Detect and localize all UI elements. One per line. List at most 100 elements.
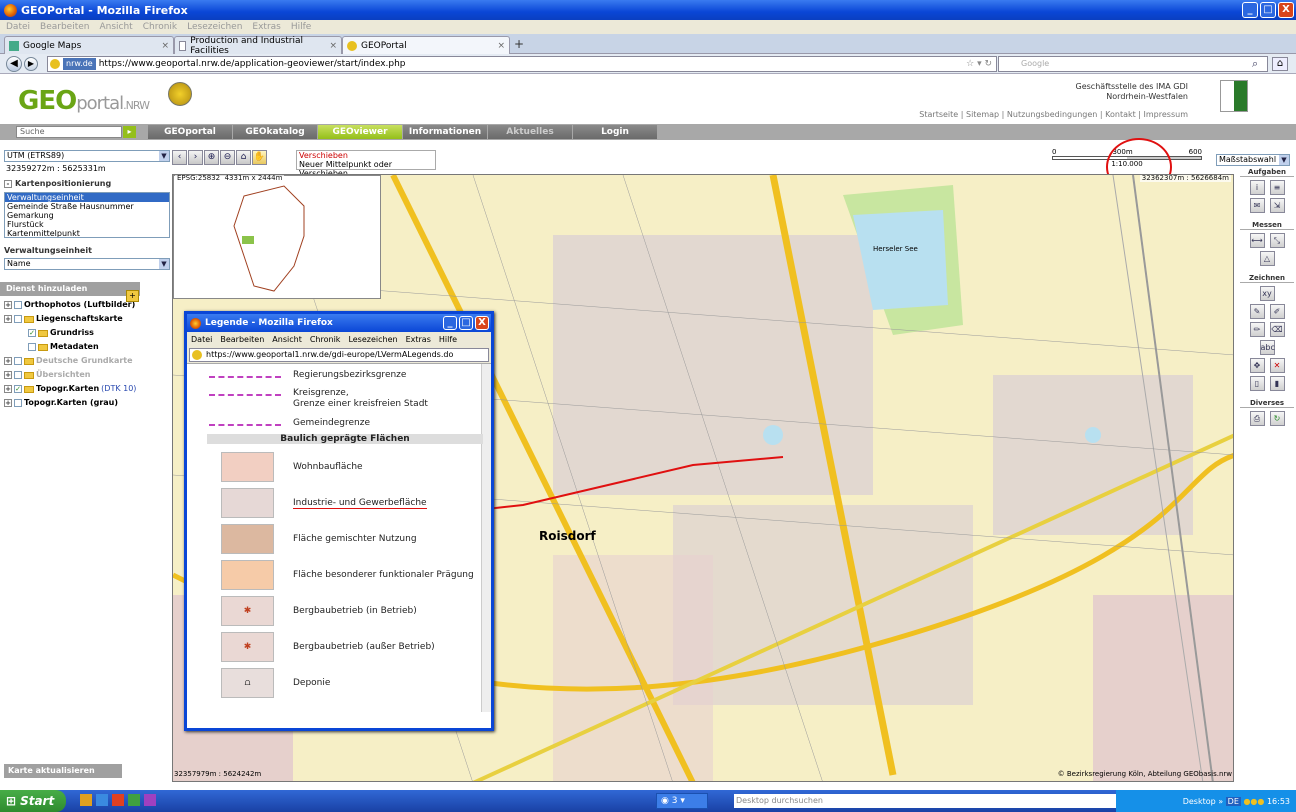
- site-search-input[interactable]: Suche: [16, 126, 122, 138]
- layer-checkbox[interactable]: ✓: [28, 329, 36, 337]
- nav-login[interactable]: Login: [573, 125, 657, 139]
- popup-menu-item[interactable]: Hilfe: [439, 335, 457, 344]
- layer-checkbox[interactable]: [14, 399, 22, 407]
- draw-shape-icon[interactable]: ✏: [1249, 322, 1265, 337]
- info-icon[interactable]: i: [1249, 180, 1265, 195]
- list-icon[interactable]: ≡: [1269, 180, 1285, 195]
- layer-tree-item[interactable]: + ✓ Topogr.Karten (DTK 10): [4, 382, 170, 396]
- mail-icon[interactable]: ✉: [1249, 198, 1265, 213]
- nav-geoportal[interactable]: GEOportal: [148, 125, 232, 139]
- draw-pen-icon[interactable]: ✐: [1269, 304, 1285, 319]
- quicklaunch-icon[interactable]: [80, 794, 92, 806]
- layer-tree-item[interactable]: + Orthophotos (Luftbilder): [4, 298, 170, 312]
- erase-icon[interactable]: ⌫: [1269, 322, 1285, 337]
- geoportal-logo[interactable]: GEOportal.NRW: [18, 86, 150, 116]
- menu-ansicht[interactable]: Ansicht: [99, 22, 132, 32]
- expand-icon[interactable]: +: [4, 385, 12, 393]
- popup-menu-item[interactable]: Lesezeichen: [348, 335, 397, 344]
- massstab-select[interactable]: Maßstabswahl ▼: [1216, 154, 1290, 166]
- layer-tree-item[interactable]: ✓ Grundriss: [4, 326, 170, 340]
- expand-icon[interactable]: +: [4, 301, 12, 309]
- tray-icons[interactable]: ●●●: [1243, 797, 1264, 806]
- popup-titlebar[interactable]: Legende - Mozilla Firefox _ □ X: [187, 314, 491, 332]
- forward-view-icon[interactable]: ›: [188, 150, 203, 165]
- tab-geoportal[interactable]: GEOPortal ×: [342, 36, 510, 54]
- home-icon[interactable]: ⌂: [1272, 57, 1288, 71]
- draw-line-icon[interactable]: ✎: [1249, 304, 1265, 319]
- print-icon[interactable]: ⎙: [1249, 411, 1265, 426]
- tab-close-icon[interactable]: ×: [329, 41, 337, 51]
- delete-one-icon[interactable]: ▯: [1249, 376, 1265, 391]
- measure-distance-icon[interactable]: ⟷: [1249, 233, 1265, 248]
- delete-all-icon[interactable]: ▮: [1269, 376, 1285, 391]
- pan-hand-icon[interactable]: ✋: [252, 150, 267, 165]
- kartenpositionierung-list[interactable]: Verwaltungseinheit Gemeinde Straße Hausnu…: [4, 192, 170, 238]
- minimize-button[interactable]: _: [1242, 2, 1258, 18]
- menu-lesezeichen[interactable]: Lesezeichen: [187, 22, 242, 32]
- quicklaunch-icon[interactable]: [144, 794, 156, 806]
- tab-close-icon[interactable]: ×: [497, 41, 505, 51]
- layer-checkbox[interactable]: [14, 371, 22, 379]
- quicklaunch-icon[interactable]: [112, 794, 124, 806]
- close-button[interactable]: X: [1278, 2, 1294, 18]
- zoom-out-icon[interactable]: ⊖: [220, 150, 235, 165]
- karte-aktualisieren-button[interactable]: Karte aktualisieren: [4, 764, 122, 778]
- zoom-in-icon[interactable]: ⊕: [204, 150, 219, 165]
- start-button[interactable]: ⊞ Start: [0, 790, 66, 812]
- kartenpos-item[interactable]: Flurstück: [5, 220, 169, 229]
- nav-geokatalog[interactable]: GEOkatalog: [233, 125, 317, 139]
- kartenpos-item[interactable]: Verwaltungseinheit: [5, 193, 169, 202]
- desktop-toolbar[interactable]: Desktop: [1183, 797, 1216, 806]
- layer-checkbox[interactable]: ✓: [14, 385, 22, 393]
- crs-select[interactable]: UTM (ETRS89) ▼: [4, 150, 170, 162]
- quicklaunch-icon[interactable]: [96, 794, 108, 806]
- expand-icon[interactable]: +: [4, 357, 12, 365]
- popup-menu-item[interactable]: Extras: [406, 335, 431, 344]
- layer-tree-item[interactable]: + Deutsche Grundkarte: [4, 354, 170, 368]
- add-service-icon[interactable]: +: [126, 290, 139, 302]
- expand-icon[interactable]: +: [4, 371, 12, 379]
- menu-extras[interactable]: Extras: [252, 22, 280, 32]
- kartenpos-item[interactable]: Gemarkung: [5, 211, 169, 220]
- popup-maximize-button[interactable]: □: [459, 316, 473, 330]
- language-indicator[interactable]: DE: [1225, 796, 1241, 806]
- taskbar-firefox-group[interactable]: ◉ 3 ▾: [656, 793, 708, 809]
- layer-checkbox[interactable]: [14, 357, 22, 365]
- popup-menu-item[interactable]: Datei: [191, 335, 212, 344]
- nav-informationen[interactable]: Informationen: [403, 125, 487, 139]
- measure-area-icon[interactable]: △: [1259, 251, 1275, 266]
- popup-url-field[interactable]: https://www.geoportal1.nrw.de/gdi-europe…: [189, 348, 489, 362]
- kartenpos-item[interactable]: Kartenmittelpunkt: [5, 229, 169, 237]
- legend-popup-window[interactable]: Legende - Mozilla Firefox _ □ X Datei Bea…: [184, 311, 494, 731]
- move-icon[interactable]: ✥: [1249, 358, 1265, 373]
- measure-path-icon[interactable]: ⤡: [1269, 233, 1285, 248]
- menu-chronik[interactable]: Chronik: [143, 22, 177, 32]
- layer-tree-item[interactable]: + Übersichten: [4, 368, 170, 382]
- tab-production-facilities[interactable]: Production and Industrial Facilities ×: [174, 36, 342, 56]
- expand-icon[interactable]: +: [4, 315, 12, 323]
- text-icon[interactable]: abc: [1259, 340, 1275, 355]
- search-icon[interactable]: ⌕: [1252, 57, 1258, 71]
- header-links[interactable]: Startseite | Sitemap | Nutzungsbedingung…: [919, 110, 1188, 119]
- menu-bearbeiten[interactable]: Bearbeiten: [40, 22, 89, 32]
- nav-geoviewer[interactable]: GEOviewer: [318, 125, 402, 139]
- desktop-search-input[interactable]: Desktop durchsuchen: [734, 794, 1124, 808]
- quicklaunch-icon[interactable]: [128, 794, 140, 806]
- tab-close-icon[interactable]: ×: [161, 41, 169, 51]
- maximize-button[interactable]: □: [1260, 2, 1276, 18]
- refresh-icon[interactable]: ↻: [1269, 411, 1285, 426]
- kartenpositionierung-header[interactable]: - Kartenpositionierung: [4, 179, 170, 188]
- home-view-icon[interactable]: ⌂: [236, 150, 251, 165]
- back-view-icon[interactable]: ‹: [172, 150, 187, 165]
- dienst-hinzuladen-header[interactable]: Dienst hinzuladen: [0, 282, 140, 296]
- popup-menu-item[interactable]: Bearbeiten: [220, 335, 264, 344]
- star-icon[interactable]: ☆ ▾ ↻: [966, 59, 992, 69]
- layer-checkbox[interactable]: [14, 301, 22, 309]
- layer-tree-item[interactable]: + Topogr.Karten (grau): [4, 396, 170, 410]
- menu-hilfe[interactable]: Hilfe: [291, 22, 311, 32]
- export-icon[interactable]: ⇲: [1269, 198, 1285, 213]
- browser-search-input[interactable]: Google: [998, 56, 1268, 72]
- new-tab-button[interactable]: +: [514, 37, 524, 51]
- layer-checkbox[interactable]: [28, 343, 36, 351]
- delete-x-icon[interactable]: ✕: [1269, 358, 1285, 373]
